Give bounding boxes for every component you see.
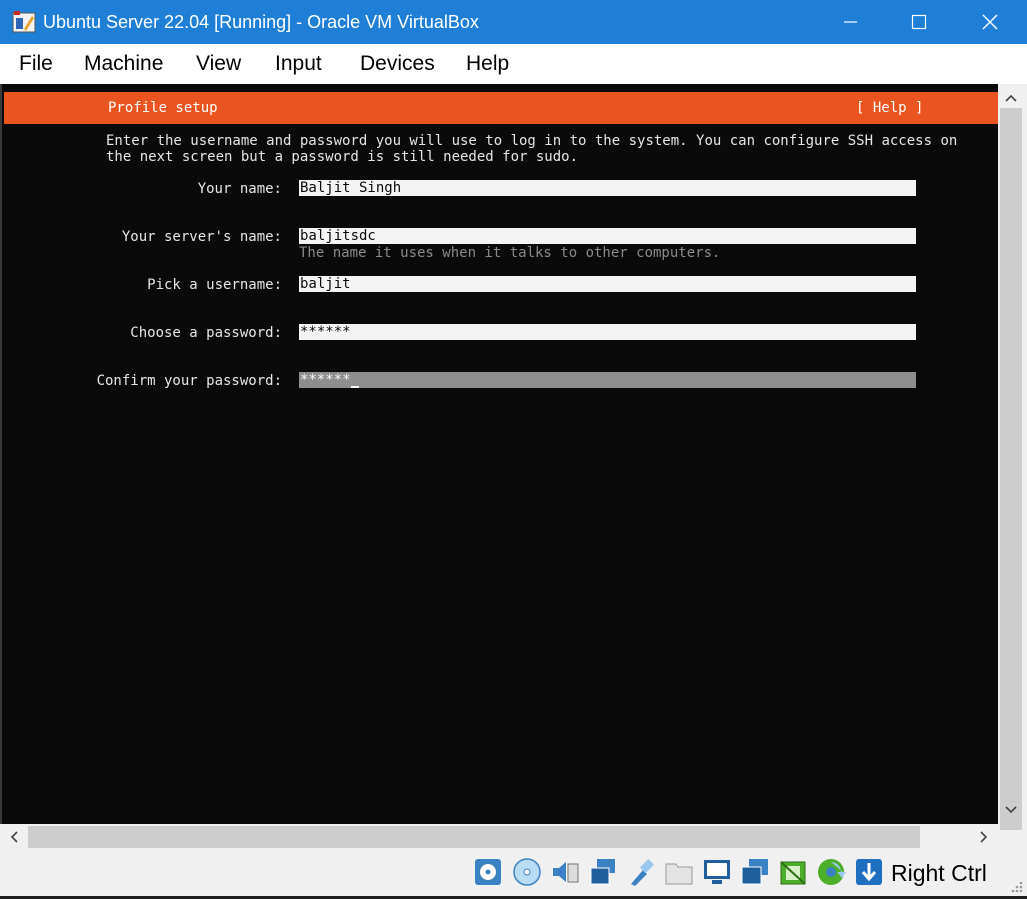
cpu-execution-icon[interactable] <box>815 856 847 888</box>
status-bar: Right Ctrl <box>0 850 1027 899</box>
intro-text-line-1: Enter the username and password you will… <box>106 133 958 149</box>
usb-icon[interactable] <box>625 856 657 888</box>
confirm-password-input[interactable]: ****** <box>299 372 916 388</box>
menu-input[interactable]: Input <box>275 52 322 76</box>
title-bar: Ubuntu Server 22.04 [Running] - Oracle V… <box>0 0 1027 44</box>
audio-icon[interactable] <box>549 856 581 888</box>
maximize-button[interactable] <box>884 0 954 44</box>
host-key-label[interactable]: Right Ctrl <box>891 860 987 886</box>
your-name-value: Baljit Singh <box>300 180 402 196</box>
scroll-down-icon[interactable] <box>1003 802 1019 818</box>
recording-icon[interactable] <box>777 856 809 888</box>
your-name-input[interactable]: Baljit Singh <box>299 180 916 196</box>
video-capture-icon[interactable] <box>739 856 771 888</box>
menu-bar: File Machine View Input Devices Help <box>0 44 1027 84</box>
minimize-icon <box>844 21 857 23</box>
optical-drive-icon[interactable] <box>511 856 543 888</box>
your-name-label: Your name: <box>197 181 282 197</box>
confirm-password-value: ****** <box>300 372 351 388</box>
minimize-button[interactable] <box>815 0 885 44</box>
text-cursor <box>350 372 359 388</box>
intro-text-line-2: the next screen but a password is still … <box>106 149 579 165</box>
server-name-value: baljitsdc <box>300 228 376 244</box>
server-name-input[interactable]: baljitsdc <box>299 228 916 244</box>
window-title: Ubuntu Server 22.04 [Running] - Oracle V… <box>43 12 479 32</box>
server-name-hint: The name it uses when it talks to other … <box>299 245 721 261</box>
close-button[interactable] <box>955 0 1025 44</box>
resize-grip-icon[interactable] <box>1008 878 1024 894</box>
menu-view[interactable]: View <box>196 52 241 76</box>
username-label: Pick a username: <box>147 277 282 293</box>
virtualbox-app-icon <box>12 11 36 33</box>
server-name-label: Your server's name: <box>121 229 282 245</box>
menu-help[interactable]: Help <box>466 52 509 76</box>
help-button[interactable]: [ Help ] <box>856 100 923 116</box>
password-input[interactable]: ****** <box>299 324 916 340</box>
scroll-up-icon[interactable] <box>1003 90 1019 106</box>
menu-devices[interactable]: Devices <box>360 52 435 76</box>
horizontal-scrollbar[interactable] <box>0 824 998 850</box>
menu-machine[interactable]: Machine <box>84 52 163 76</box>
vertical-scrollbar[interactable] <box>998 84 1024 830</box>
hard-disk-icon[interactable] <box>472 856 504 888</box>
installer-header: Profile setup [ Help ] <box>4 92 998 124</box>
maximize-icon <box>911 14 927 30</box>
password-label: Choose a password: <box>130 325 282 341</box>
mouse-integration-icon[interactable] <box>853 856 885 888</box>
password-value: ****** <box>300 324 351 340</box>
scroll-left-icon[interactable] <box>6 829 22 845</box>
close-icon <box>982 14 998 30</box>
vm-display[interactable]: Profile setup [ Help ] Enter the usernam… <box>0 84 998 824</box>
confirm-password-label: Confirm your password: <box>96 373 282 389</box>
username-value: baljit <box>300 276 351 292</box>
network-icon[interactable] <box>587 856 619 888</box>
display-icon[interactable] <box>701 856 733 888</box>
username-input[interactable]: baljit <box>299 276 916 292</box>
vertical-scroll-thumb[interactable] <box>1000 108 1022 830</box>
installer-title: Profile setup <box>108 100 218 116</box>
shared-folders-icon[interactable] <box>663 856 695 888</box>
scroll-right-icon[interactable] <box>976 829 992 845</box>
virtualbox-window: Ubuntu Server 22.04 [Running] - Oracle V… <box>0 0 1027 899</box>
menu-file[interactable]: File <box>19 52 53 76</box>
horizontal-scroll-thumb[interactable] <box>28 826 920 848</box>
